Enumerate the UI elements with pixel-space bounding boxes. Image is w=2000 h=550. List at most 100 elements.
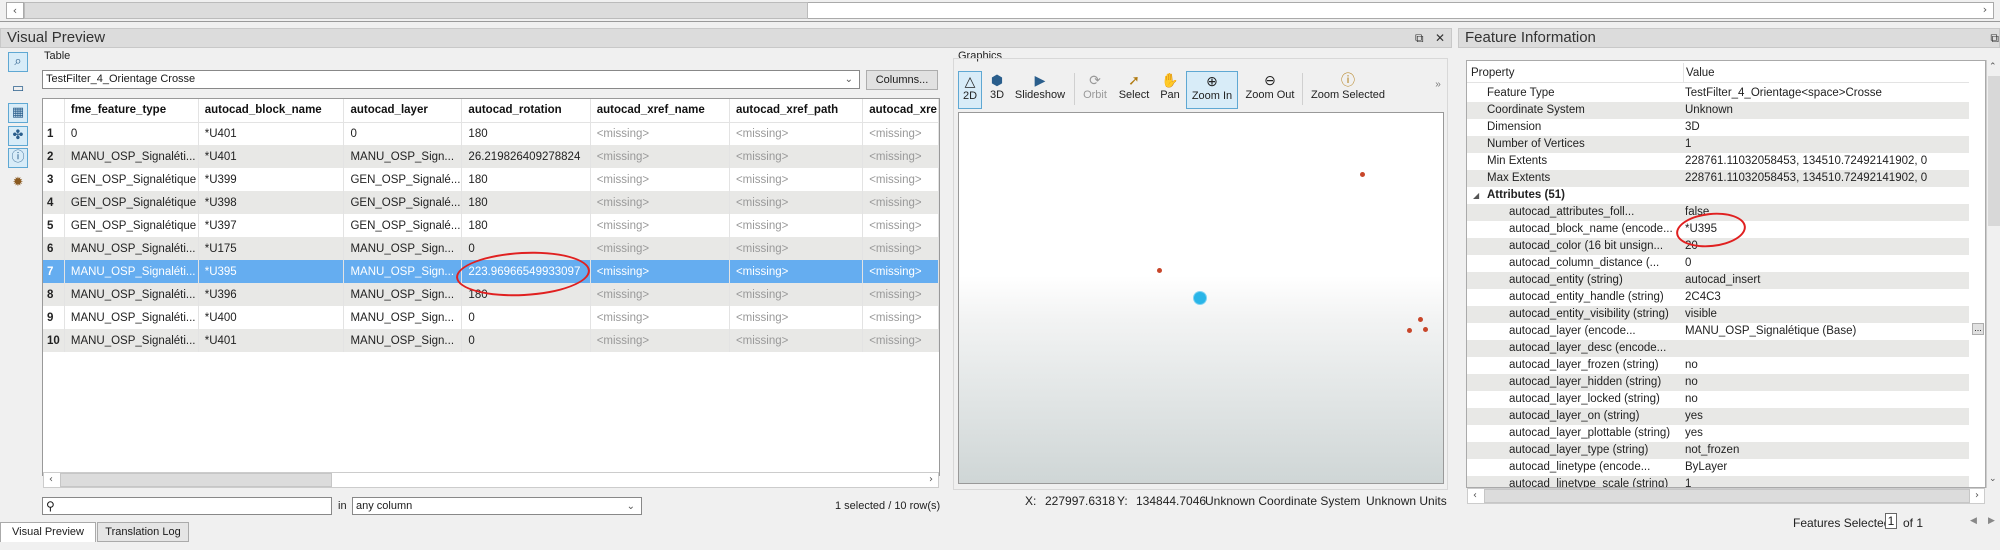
- scroll-up-arrow-icon[interactable]: ⌃: [1989, 62, 1997, 72]
- table-cell[interactable]: 223.96966549933097: [461, 260, 591, 283]
- table-cell[interactable]: 180: [461, 283, 591, 306]
- scroll-right-arrow-icon[interactable]: ›: [924, 473, 938, 487]
- attribute-row[interactable]: autocad_layer_on (string) yes: [1467, 408, 1969, 425]
- attribute-row[interactable]: autocad_layer_plottable (string) yes: [1467, 425, 1969, 442]
- table-cell[interactable]: <missing>: [590, 214, 730, 237]
- table-row-selected[interactable]: 7 MANU_OSP_Signaléti... *U395 MANU_OSP_Sign…: [43, 260, 939, 283]
- table-cell[interactable]: <missing>: [862, 191, 939, 214]
- column-header-rownum[interactable]: [43, 99, 65, 123]
- attribute-row[interactable]: autocad_color (16 bit unsign... 20: [1467, 238, 1969, 255]
- attribute-row[interactable]: autocad_entity (string) autocad_insert: [1467, 272, 1969, 289]
- table-row[interactable]: 4 GEN_OSP_Signalétique *U398 GEN_OSP_Signal…: [43, 191, 939, 214]
- attribute-row[interactable]: autocad_attributes_foll... false: [1467, 204, 1969, 221]
- feature-inspect-icon[interactable]: ✹: [8, 174, 28, 194]
- column-header-autocad-layer[interactable]: autocad_layer: [343, 99, 463, 123]
- inspect-icon[interactable]: ⌕: [8, 52, 28, 72]
- close-panel-icon[interactable]: ✕: [1435, 31, 1445, 45]
- table-cell[interactable]: <missing>: [590, 122, 730, 145]
- table-cell[interactable]: <missing>: [729, 260, 864, 283]
- table-cell[interactable]: <missing>: [729, 329, 864, 352]
- layout-icon[interactable]: ▭: [8, 80, 28, 100]
- column-header-autocad-xref-path[interactable]: autocad_xref_path: [729, 99, 864, 123]
- table-cell[interactable]: MANU_OSP_Signaléti...: [64, 283, 199, 306]
- row-number[interactable]: 7: [43, 260, 65, 283]
- zoom-selected-button[interactable]: ⓘ Zoom Selected: [1308, 71, 1388, 109]
- table-row[interactable]: 6 MANU_OSP_Signaléti... *U175 MANU_OSP_Sign…: [43, 237, 939, 260]
- table-cell[interactable]: <missing>: [590, 329, 730, 352]
- table-cell[interactable]: <missing>: [862, 329, 939, 352]
- attributes-group-row[interactable]: Attributes (51) ◢: [1467, 187, 1969, 204]
- table-cell[interactable]: MANU_OSP_Signaléti...: [64, 260, 199, 283]
- table-cell[interactable]: GEN_OSP_Signalétique: [64, 168, 199, 191]
- table-cell[interactable]: <missing>: [862, 168, 939, 191]
- table-cell[interactable]: *U397: [198, 214, 345, 237]
- select-button[interactable]: ➚ Select: [1116, 71, 1152, 109]
- table-cell[interactable]: MANU_OSP_Sign...: [343, 145, 463, 168]
- table-cell[interactable]: *U395: [198, 260, 345, 283]
- table-row[interactable]: 8 MANU_OSP_Signaléti... *U396 MANU_OSP_Sign…: [43, 283, 939, 306]
- row-number[interactable]: 9: [43, 306, 65, 329]
- row-number[interactable]: 5: [43, 214, 65, 237]
- property-column-header[interactable]: Property: [1471, 63, 1514, 83]
- row-number[interactable]: 6: [43, 237, 65, 260]
- table-cell[interactable]: <missing>: [862, 306, 939, 329]
- attribute-row[interactable]: autocad_entity_visibility (string) visibl…: [1467, 306, 1969, 323]
- table-cell[interactable]: <missing>: [590, 191, 730, 214]
- feature-type-select[interactable]: TestFilter_4_Orientage Crosse ⌄: [42, 70, 860, 89]
- column-header-autocad-xre[interactable]: autocad_xre: [862, 99, 939, 123]
- table-cell[interactable]: <missing>: [729, 191, 864, 214]
- table-cell[interactable]: <missing>: [862, 122, 939, 145]
- tab-visual-preview[interactable]: Visual Preview: [0, 522, 96, 542]
- table-search-input[interactable]: ⚲: [42, 497, 332, 515]
- property-row[interactable]: Coordinate System Unknown: [1467, 102, 1969, 119]
- selected-feature-point[interactable]: [1194, 292, 1206, 304]
- fi-scroll-thumb[interactable]: [1988, 76, 2000, 226]
- table-cell[interactable]: GEN_OSP_Signalétique: [64, 214, 199, 237]
- table-cell[interactable]: 0: [343, 122, 463, 145]
- float-panel-icon[interactable]: ⧉: [1415, 31, 1424, 45]
- attribute-row[interactable]: autocad_column_distance (... 0: [1467, 255, 1969, 272]
- fi-horizontal-scrollbar[interactable]: ‹ ›: [1467, 488, 1985, 504]
- feature-point[interactable]: [1157, 268, 1162, 273]
- table-cell[interactable]: MANU_OSP_Sign...: [343, 260, 463, 283]
- feature-point[interactable]: [1423, 327, 1428, 332]
- value-column-header[interactable]: Value: [1683, 63, 1715, 83]
- zoom-out-button[interactable]: ⊖ Zoom Out: [1242, 71, 1298, 109]
- edit-value-ellipsis-button[interactable]: ...: [1972, 323, 1984, 335]
- table-horizontal-scrollbar[interactable]: ‹ ›: [43, 472, 939, 488]
- table-cell[interactable]: MANU_OSP_Signaléti...: [64, 306, 199, 329]
- table-row[interactable]: 5 GEN_OSP_Signalétique *U397 GEN_OSP_Signal…: [43, 214, 939, 237]
- table-cell[interactable]: <missing>: [862, 260, 939, 283]
- column-header-fme-feature-type[interactable]: fme_feature_type: [64, 99, 199, 123]
- view-2d-button[interactable]: △ 2D: [958, 71, 982, 109]
- table-cell[interactable]: GEN_OSP_Signalétique: [64, 191, 199, 214]
- table-cell[interactable]: *U401: [198, 145, 345, 168]
- column-header-autocad-xref-name[interactable]: autocad_xref_name: [590, 99, 730, 123]
- table-cell[interactable]: <missing>: [862, 145, 939, 168]
- feature-point[interactable]: [1360, 172, 1365, 177]
- table-cell[interactable]: *U401: [198, 122, 345, 145]
- table-cell[interactable]: *U401: [198, 329, 345, 352]
- table-cell[interactable]: *U400: [198, 306, 345, 329]
- table-cell[interactable]: <missing>: [590, 145, 730, 168]
- table-cell[interactable]: <missing>: [729, 145, 864, 168]
- property-row[interactable]: Dimension 3D: [1467, 119, 1969, 136]
- table-cell[interactable]: GEN_OSP_Signalé...: [343, 191, 463, 214]
- table-cell[interactable]: *U399: [198, 168, 345, 191]
- table-row[interactable]: 1 0 *U401 0 180 <missing> <missing> <missing>: [43, 122, 939, 145]
- table-cell[interactable]: 0: [461, 237, 591, 260]
- feature-point[interactable]: [1418, 317, 1423, 322]
- zoom-in-button[interactable]: ⊕ Zoom In: [1186, 71, 1238, 109]
- table-cell[interactable]: GEN_OSP_Signalé...: [343, 168, 463, 191]
- column-header-autocad-rotation[interactable]: autocad_rotation: [461, 99, 591, 123]
- table-cell[interactable]: <missing>: [862, 237, 939, 260]
- row-number[interactable]: 1: [43, 122, 65, 145]
- row-number[interactable]: 8: [43, 283, 65, 306]
- view-3d-button[interactable]: ⬢ 3D: [986, 71, 1008, 109]
- table-cell[interactable]: 0: [461, 329, 591, 352]
- attribute-row[interactable]: autocad_entity_handle (string) 2C4C3: [1467, 289, 1969, 306]
- scroll-right-arrow-icon[interactable]: ›: [1970, 489, 1984, 503]
- search-column-select[interactable]: any column ⌄: [352, 497, 642, 515]
- property-row[interactable]: Feature Type TestFilter_4_Orientage<space…: [1467, 85, 1969, 102]
- slideshow-button[interactable]: ▶ Slideshow: [1012, 71, 1068, 109]
